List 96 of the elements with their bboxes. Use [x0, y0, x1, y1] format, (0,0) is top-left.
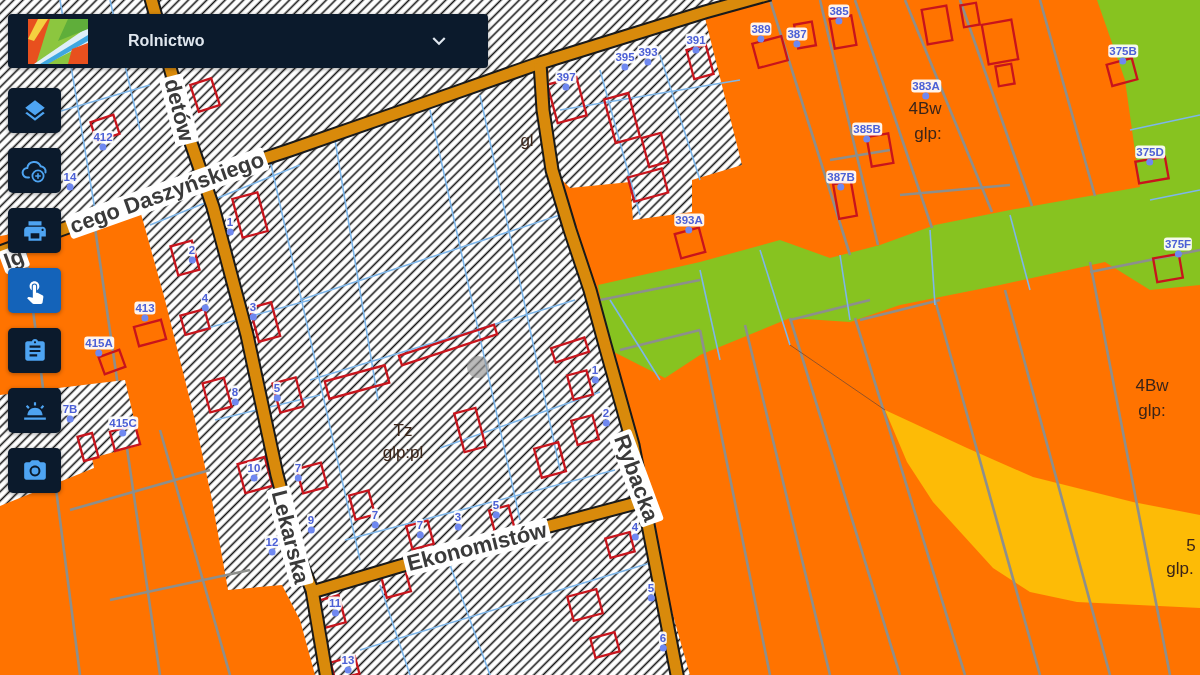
house-number: 14 [62, 170, 78, 184]
address-dot-icon [562, 83, 570, 91]
house-number: 375F [1163, 237, 1193, 251]
sunset-button[interactable] [8, 388, 61, 433]
address-dot-icon [685, 226, 693, 234]
camera-button[interactable] [8, 448, 61, 493]
cursor-dot-icon [467, 356, 489, 378]
house-number: 415A [84, 336, 114, 350]
house-number: 7 [370, 508, 380, 522]
house-number: 5 [646, 581, 656, 595]
address-dot-icon [371, 521, 379, 529]
pointer-button[interactable] [8, 268, 61, 313]
house-number: 4 [630, 520, 640, 534]
address-dot-icon [1146, 158, 1154, 166]
address-dot-icon [99, 143, 107, 151]
house-number: 4 [200, 291, 210, 305]
house-number: 9 [306, 513, 316, 527]
address-dot-icon [95, 349, 103, 357]
house-number: 1 [590, 363, 600, 377]
map-thumbnail [28, 18, 88, 64]
house-number: 2 [601, 406, 611, 420]
zone-label: 4Bw [908, 98, 942, 118]
house-number: 387 [786, 27, 808, 41]
address-dot-icon [119, 429, 127, 437]
address-dot-icon [188, 256, 196, 264]
house-number: 413 [134, 301, 156, 315]
address-dot-icon [226, 228, 234, 236]
address-dot-icon [492, 511, 500, 519]
cloud-plus-icon [20, 158, 49, 183]
house-number: 412 [92, 130, 114, 144]
address-dot-icon [837, 183, 845, 191]
address-dot-icon [591, 376, 599, 384]
address-dot-icon [416, 531, 424, 539]
address-dot-icon [250, 474, 258, 482]
address-dot-icon [294, 474, 302, 482]
house-number: 3 [453, 510, 463, 524]
house-number: 5 [491, 498, 501, 512]
house-number: 383A [911, 79, 941, 93]
house-number: 385B [852, 122, 882, 136]
address-dot-icon [621, 63, 629, 71]
house-number: 395 [614, 50, 636, 64]
address-dot-icon [922, 92, 930, 100]
house-number: 8 [230, 385, 240, 399]
address-dot-icon [835, 17, 843, 25]
house-number: 7B [61, 402, 79, 416]
zone-label: glp: [914, 123, 942, 143]
address-dot-icon [273, 394, 281, 402]
address-dot-icon [344, 666, 352, 674]
address-dot-icon [454, 523, 462, 531]
house-number: 393A [674, 213, 704, 227]
print-button[interactable] [8, 208, 61, 253]
address-dot-icon [201, 304, 209, 312]
zone-label: 5 [1186, 535, 1196, 555]
house-number: 11 [327, 596, 343, 610]
house-number: 10 [246, 461, 262, 475]
house-number: 1 [225, 215, 235, 229]
address-dot-icon [602, 419, 610, 427]
house-number: 387B [826, 170, 856, 184]
address-dot-icon [307, 526, 315, 534]
house-number: 5 [272, 381, 282, 395]
address-dot-icon [863, 135, 871, 143]
house-number: 391 [685, 33, 707, 47]
house-number: 3 [248, 300, 258, 314]
address-dot-icon [631, 533, 639, 541]
address-dot-icon [331, 609, 339, 617]
address-dot-icon [692, 46, 700, 54]
zone-label: glp: [1138, 400, 1166, 420]
address-dot-icon [231, 398, 239, 406]
clipboard-button[interactable] [8, 328, 61, 373]
house-number: 397 [555, 70, 577, 84]
house-number: 6 [658, 631, 668, 645]
house-number: 375D [1135, 145, 1165, 159]
cloud-button[interactable] [8, 148, 61, 193]
house-number: 2 [187, 243, 197, 257]
house-number: 415C [108, 416, 138, 430]
zone-label: glp. [1166, 558, 1194, 578]
address-dot-icon [66, 183, 74, 191]
house-number: 375B [1108, 44, 1138, 58]
house-number: 7 [293, 461, 303, 475]
address-dot-icon [659, 644, 667, 652]
address-dot-icon [141, 314, 149, 322]
zone-label: 4Bw [1135, 375, 1169, 395]
address-dot-icon [644, 58, 652, 66]
house-number: 13 [340, 653, 356, 667]
address-dot-icon [66, 415, 74, 423]
address-dot-icon [249, 313, 257, 321]
address-dot-icon [1119, 57, 1127, 65]
address-dot-icon [1174, 250, 1182, 258]
layers-button[interactable] [8, 88, 61, 133]
address-dot-icon [757, 35, 765, 43]
address-dot-icon [647, 594, 655, 602]
house-number: 393 [637, 45, 659, 59]
house-number: 385 [828, 4, 850, 18]
address-dot-icon [793, 40, 801, 48]
house-number: 389 [750, 22, 772, 36]
theme-title: Rolnictwo [128, 32, 205, 50]
